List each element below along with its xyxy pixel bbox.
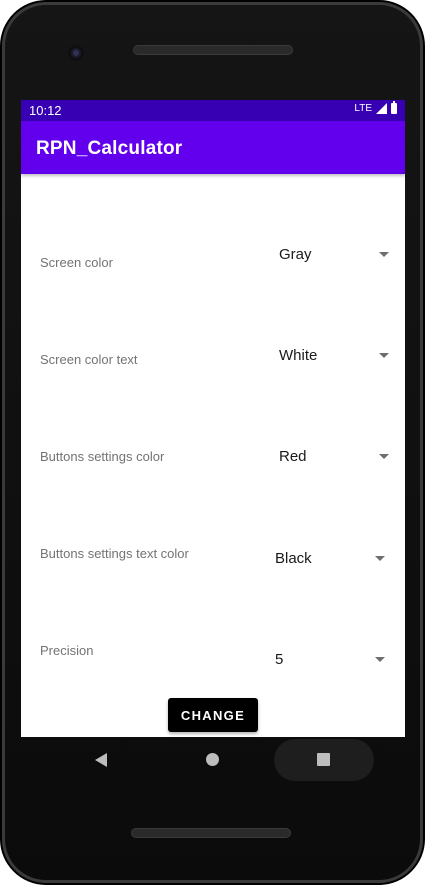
precision-label: Precision <box>40 643 94 658</box>
status-time: 10:12 <box>29 103 62 118</box>
buttons-text-color-value: Black <box>275 550 312 567</box>
buttons-color-spinner[interactable]: Red <box>279 437 399 477</box>
front-camera <box>68 45 84 61</box>
phone-frame: 10:12 LTE RPN_Calculator Screen color Gr… <box>0 0 425 885</box>
precision-value: 5 <box>275 651 284 668</box>
precision-spinner[interactable]: 5 <box>275 640 395 680</box>
back-icon[interactable] <box>95 753 107 767</box>
screen-color-value: Gray <box>279 246 312 263</box>
screen-color-spinner[interactable]: Gray <box>279 235 399 275</box>
buttons-color-label: Buttons settings color <box>40 449 165 464</box>
screen-color-text-spinner[interactable]: White <box>279 336 399 376</box>
bottom-speaker <box>131 828 291 838</box>
dropdown-arrow-icon <box>379 353 389 358</box>
signal-icon <box>376 103 387 114</box>
home-icon[interactable] <box>206 753 219 766</box>
earpiece-speaker <box>133 45 293 55</box>
screen-color-text-value: White <box>279 347 318 364</box>
network-type: LTE <box>354 103 372 114</box>
recents-icon[interactable] <box>317 753 330 766</box>
status-icons: LTE <box>354 101 397 114</box>
buttons-text-color-spinner[interactable]: Black <box>275 539 395 579</box>
battery-icon <box>391 101 397 114</box>
app-title: RPN_Calculator <box>36 138 183 159</box>
dropdown-arrow-icon <box>379 454 389 459</box>
app-screen: 10:12 LTE RPN_Calculator Screen color Gr… <box>21 100 405 737</box>
status-bar: 10:12 LTE <box>21 100 405 121</box>
screen-color-label: Screen color <box>40 255 113 270</box>
buttons-color-value: Red <box>279 448 307 465</box>
screen-color-text-label: Screen color text <box>40 352 138 367</box>
change-button[interactable]: CHANGE <box>168 698 258 732</box>
dropdown-arrow-icon <box>375 657 385 662</box>
dropdown-arrow-icon <box>375 556 385 561</box>
dropdown-arrow-icon <box>379 252 389 257</box>
buttons-text-color-label: Buttons settings text color <box>40 546 189 561</box>
app-bar: RPN_Calculator <box>21 121 405 174</box>
navigation-bar <box>21 737 405 787</box>
